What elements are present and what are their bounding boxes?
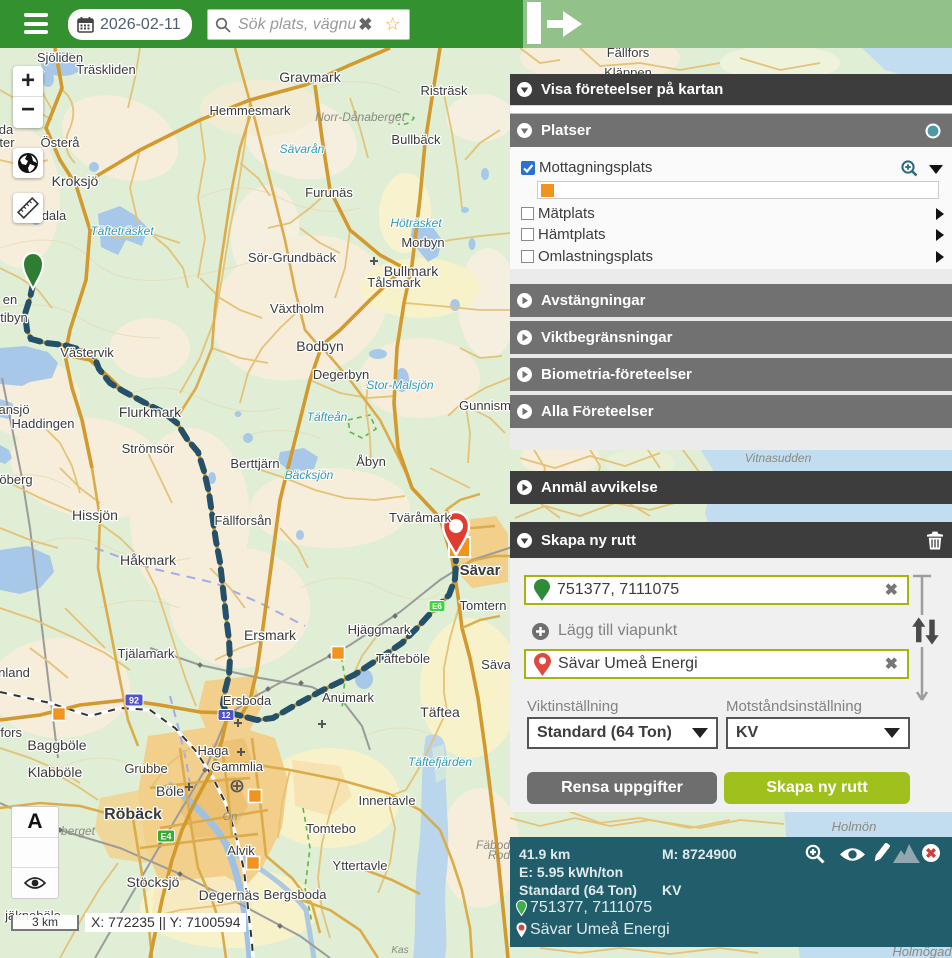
svg-text:Berttjärn: Berttjärn [230,456,279,471]
svg-text:Håkmark: Håkmark [120,552,177,568]
svg-text:Risträsk: Risträsk [421,83,468,98]
svg-text:Stöcksjö: Stöcksjö [127,874,180,890]
svg-text:Höträsket: Höträsket [390,216,442,230]
svg-text:Strömsör: Strömsör [122,441,175,456]
svg-text:Täfteträsket: Täfteträsket [90,224,154,238]
svg-text:Tålsmark: Tålsmark [367,275,421,290]
svg-text:nland: nland [0,665,30,680]
svg-text:Kroksjö: Kroksjö [52,173,99,189]
svg-text:Furunäs: Furunäs [305,185,353,200]
svg-text:Täftefjärden: Täftefjärden [408,755,472,769]
svg-text:Alvik: Alvik [227,843,255,858]
svg-text:Åbyn: Åbyn [356,454,386,469]
svg-text:Tjälamark: Tjälamark [117,646,175,661]
svg-text:Bäcksjön: Bäcksjön [285,468,334,482]
svg-text:Flurkmark: Flurkmark [119,404,182,420]
svg-text:Sör-Grundbäck: Sör-Grundbäck [248,250,337,265]
svg-text:Fällfors: Fällfors [607,48,650,60]
svg-text:Tväråmark: Tväråmark [389,510,452,525]
svg-text:Sävar: Sävar [460,562,501,579]
svg-text:Växtholm: Växtholm [270,301,324,316]
svg-text:Anumark: Anumark [322,690,375,705]
svg-text:rfors: rfors [0,725,23,740]
svg-text:Täfteböle: Täfteböle [376,651,430,666]
svg-text:tibyn: tibyn [0,310,27,325]
svg-text:Yttertavle: Yttertavle [333,858,388,873]
svg-text:Klabböle: Klabböle [28,764,83,780]
svg-text:Hjäggmark: Hjäggmark [348,622,411,637]
svg-text:Stor-Malsjön: Stor-Malsjön [366,378,433,392]
svg-text:Norr-Dånaberget: Norr-Dånaberget [315,110,405,124]
svg-text:Gunnism: Gunnism [459,398,511,413]
svg-text:ansjö: ansjö [0,402,30,417]
svg-text:E6: E6 [432,602,442,611]
svg-text:Innertavle: Innertavle [358,793,415,808]
svg-text:Sävarån: Sävarån [280,142,325,156]
svg-text:Tomtern: Tomtern [460,598,507,613]
svg-text:Grubbe: Grubbe [124,761,167,776]
svg-text:Morbyn: Morbyn [401,235,444,250]
svg-text:Bullbäck: Bullbäck [391,132,441,147]
svg-text:Haga: Haga [197,743,229,758]
svg-text:E4: E4 [160,832,171,842]
svg-text:Baggböle: Baggböle [27,737,86,753]
svg-text:Kas: Kas [391,945,408,956]
svg-text:Bergsboda: Bergsboda [264,887,328,902]
svg-text:dala: dala [42,208,67,223]
svg-text:Degerbyn: Degerbyn [313,367,369,382]
svg-text:Täftea: Täftea [420,704,460,720]
svg-text:Täfteån: Täfteån [307,410,348,424]
svg-text:Böle: Böle [156,783,184,799]
svg-text:Gammlia: Gammlia [211,759,264,774]
svg-text:Ön: Ön [223,811,238,823]
svg-text:Hemmesmark: Hemmesmark [210,103,291,118]
svg-text:Haddingen: Haddingen [12,416,75,431]
svg-text:Rod: Rod [488,848,510,862]
svg-text:Ersmark: Ersmark [244,627,297,643]
svg-text:Gravmark: Gravmark [279,69,341,85]
svg-text:Säva: Säva [481,657,511,672]
svg-text:Österå: Österå [40,135,80,150]
svg-text:Hissjön: Hissjön [72,507,118,523]
svg-text:ter: ter [0,135,15,150]
svg-text:Västervik: Västervik [60,345,114,360]
svg-text:en: en [3,292,17,307]
svg-text:Bodbyn: Bodbyn [296,338,343,354]
svg-text:Tomtebo: Tomtebo [306,821,356,836]
svg-text:Degernäs: Degernäs [199,887,260,903]
svg-text:Röbäck: Röbäck [104,806,162,823]
svg-text:Fällforsån: Fällforsån [214,513,271,528]
svg-text:12: 12 [222,711,231,720]
svg-text:öberg: öberg [0,472,33,487]
svg-text:berget: berget [61,824,96,838]
svg-text:92: 92 [129,696,139,706]
svg-text:Träskliden: Träskliden [76,62,135,77]
svg-text:Ersboda: Ersboda [223,693,272,708]
